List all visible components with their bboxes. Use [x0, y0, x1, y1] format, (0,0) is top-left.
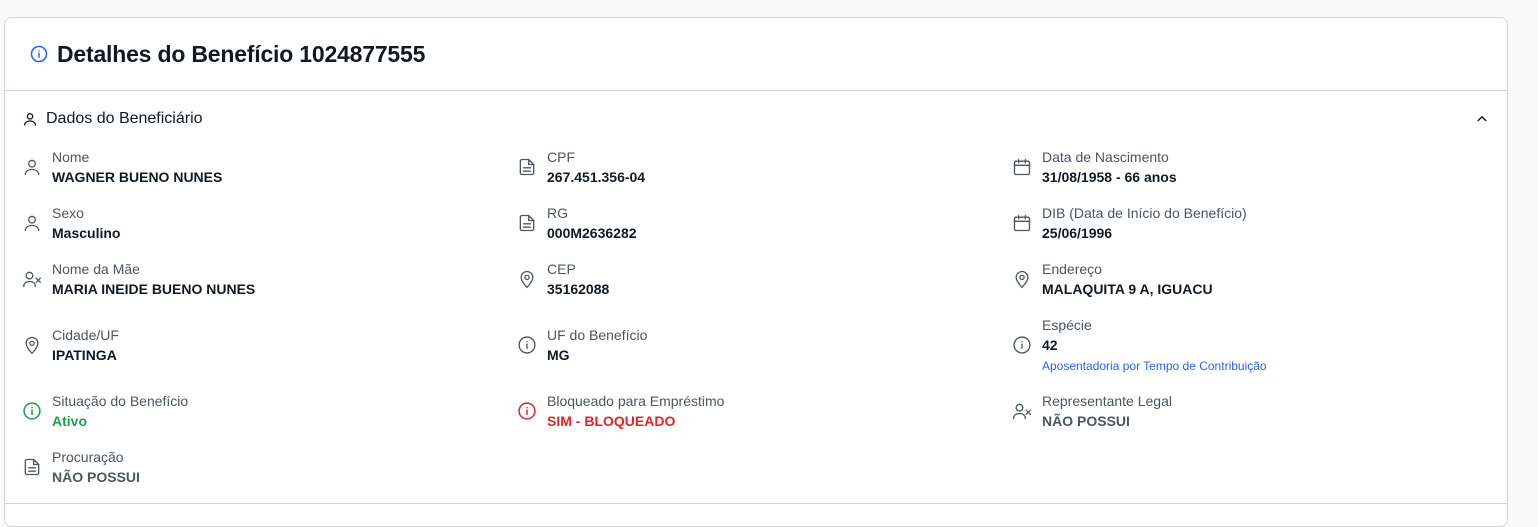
field-label: Sexo [52, 205, 84, 221]
field-value: MARIA INEIDE BUENO NUNES [52, 281, 256, 297]
field-value: 35162088 [547, 281, 610, 297]
field-nome-mae: Nome da Mãe MARIA INEIDE BUENO NUNES [22, 259, 255, 299]
status-value: Ativo [52, 413, 87, 429]
field-label: Situação do Benefício [52, 393, 189, 409]
section-divider [5, 503, 1507, 504]
field-label: Procuração [52, 449, 124, 465]
field-value: 000M2636282 [547, 225, 637, 241]
page-title: Detalhes do Benefício 1024877555 [57, 40, 426, 67]
field-situacao: Situação do Benefício Ativo [22, 391, 188, 431]
field-bloqueado: Bloqueado para Empréstimo SIM - BLOQUEADO [517, 391, 724, 431]
info-icon [1012, 335, 1032, 355]
map-pin-icon [1012, 269, 1032, 289]
field-label: Endereço [1042, 261, 1102, 277]
info-icon [30, 45, 48, 63]
calendar-icon [1012, 157, 1032, 177]
field-cep: CEP 35162088 [517, 259, 609, 299]
blocked-value: SIM - BLOQUEADO [547, 413, 676, 429]
field-value: IPATINGA [52, 347, 117, 363]
field-sexo: Sexo Masculino [22, 203, 120, 243]
field-value: Masculino [52, 225, 121, 241]
file-text-icon [517, 157, 537, 177]
field-label: Data de Nascimento [1042, 149, 1169, 165]
field-value: WAGNER BUENO NUNES [52, 169, 223, 185]
section-title: Dados do Beneficiário [46, 110, 203, 127]
file-text-icon [22, 457, 42, 477]
field-label: Bloqueado para Empréstimo [547, 393, 725, 409]
field-nome: Nome WAGNER BUENO NUNES [22, 147, 222, 187]
field-value: 267.451.356-04 [547, 169, 646, 185]
field-value: NÃO POSSUI [52, 469, 140, 485]
field-label: RG [547, 205, 568, 221]
info-icon [517, 401, 537, 421]
info-icon [22, 401, 42, 421]
field-value: 42 [1042, 337, 1058, 353]
benefit-details-card: Detalhes do Benefício 1024877555 Dados d… [4, 17, 1508, 527]
field-value: MALAQUITA 9 A, IGUACU [1042, 281, 1213, 297]
user-icon [22, 111, 38, 127]
user-x-icon [22, 269, 42, 289]
field-label: Cidade/UF [52, 327, 119, 343]
especie-description: Aposentadoria por Tempo de Contribuição [1042, 359, 1267, 373]
field-uf-beneficio: UF do Benefício MG [517, 325, 647, 365]
field-rg: RG 000M2636282 [517, 203, 637, 243]
field-label: CPF [547, 149, 575, 165]
file-text-icon [517, 213, 537, 233]
section-header-beneficiary[interactable]: Dados do Beneficiário [5, 91, 1507, 147]
field-label: CEP [547, 261, 576, 277]
user-icon [22, 213, 42, 233]
field-especie: Espécie 42 Aposentadoria por Tempo de Cont… [1012, 315, 1267, 374]
field-data-nascimento: Data de Nascimento 31/08/1958 - 66 anos [1012, 147, 1177, 187]
field-label: UF do Benefício [547, 327, 648, 343]
card-header: Detalhes do Benefício 1024877555 [5, 18, 1507, 91]
info-icon [517, 335, 537, 355]
map-pin-icon [517, 269, 537, 289]
calendar-icon [1012, 213, 1032, 233]
chevron-up-icon[interactable] [1473, 110, 1491, 128]
field-label: Nome da Mãe [52, 261, 140, 277]
field-label: DIB (Data de Início do Benefício) [1042, 205, 1247, 221]
field-value: MG [547, 347, 570, 363]
field-cpf: CPF 267.451.356-04 [517, 147, 645, 187]
field-label: Nome [52, 149, 90, 165]
field-endereco: Endereço MALAQUITA 9 A, IGUACU [1012, 259, 1213, 299]
map-pin-icon [22, 335, 42, 355]
user-x-icon [1012, 401, 1032, 421]
field-label: Espécie [1042, 317, 1092, 333]
user-icon [22, 157, 42, 177]
field-representante: Representante Legal NÃO POSSUI [1012, 391, 1172, 431]
field-dib: DIB (Data de Início do Benefício) 25/06/1… [1012, 203, 1247, 243]
field-procuracao: Procuração NÃO POSSUI [22, 447, 140, 487]
field-value: 25/06/1996 [1042, 225, 1113, 241]
field-label: Representante Legal [1042, 393, 1172, 409]
field-value: 31/08/1958 - 66 anos [1042, 169, 1177, 185]
field-cidade-uf: Cidade/UF IPATINGA [22, 325, 119, 365]
field-value: NÃO POSSUI [1042, 413, 1130, 429]
